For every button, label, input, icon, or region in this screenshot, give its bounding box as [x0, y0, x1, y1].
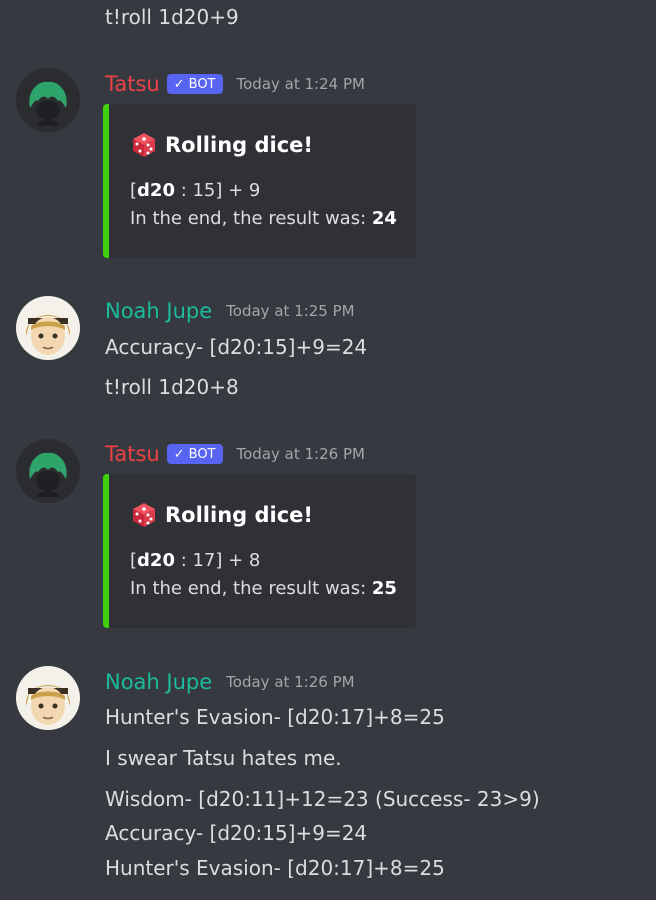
username[interactable]: Noah Jupe: [105, 670, 212, 694]
tatsu-avatar-icon: [16, 68, 80, 132]
user-avatar[interactable]: [16, 296, 80, 360]
roll-die: d20: [137, 180, 175, 201]
timestamp[interactable]: Today at 1:25 PM: [226, 302, 354, 320]
roll-die: d20: [137, 550, 175, 571]
message-header: Noah Jupe Today at 1:25 PM: [105, 296, 355, 326]
bot-badge-label: BOT: [188, 446, 216, 462]
roll-detail: [d20 : 17] + 8: [130, 550, 261, 571]
embed-title: Rolling dice!: [131, 502, 313, 528]
bot-avatar[interactable]: [16, 68, 80, 132]
roll-detail: [d20 : 15] + 9: [130, 180, 261, 201]
result-prefix: In the end, the result was:: [130, 208, 372, 229]
message-text: Hunter's Evasion- [d20:17]+8=25: [105, 705, 445, 729]
dice-icon: [133, 503, 155, 527]
roll-result: In the end, the result was: 24: [130, 208, 397, 229]
embed-title: Rolling dice!: [131, 132, 313, 158]
noah-avatar-icon: [16, 666, 80, 730]
embed-title-text: Rolling dice!: [165, 503, 313, 527]
bot-avatar[interactable]: [16, 439, 80, 503]
message-text: Hunter's Evasion- [d20:17]+8=25: [105, 856, 445, 880]
result-prefix: In the end, the result was:: [130, 578, 372, 599]
roll-rest: : 15] + 9: [174, 180, 261, 201]
user-avatar[interactable]: [16, 666, 80, 730]
timestamp[interactable]: Today at 1:24 PM: [237, 75, 365, 93]
roll-rest: : 17] + 8: [174, 550, 261, 571]
message-text: I swear Tatsu hates me.: [105, 746, 342, 770]
result-value: 25: [371, 578, 397, 599]
username[interactable]: Tatsu: [105, 442, 160, 466]
message-text: Accuracy- [d20:15]+9=24: [105, 821, 368, 845]
message-header: Noah Jupe Today at 1:26 PM: [105, 667, 355, 697]
timestamp[interactable]: Today at 1:26 PM: [226, 673, 354, 691]
tatsu-avatar-icon: [16, 439, 80, 503]
message-text: t!roll 1d20+9: [105, 5, 239, 29]
message-header: Tatsu ✓ BOT Today at 1:26 PM: [105, 439, 365, 469]
username[interactable]: Noah Jupe: [105, 299, 212, 323]
result-value: 24: [371, 208, 397, 229]
embed-title-text: Rolling dice!: [165, 133, 313, 157]
message-header: Tatsu ✓ BOT Today at 1:24 PM: [105, 69, 365, 99]
dice-embed: Rolling dice! [d20 : 15] + 9 In the end,…: [103, 104, 416, 258]
message-text: t!roll 1d20+8: [105, 375, 239, 399]
noah-avatar-icon: [16, 296, 80, 360]
roll-result: In the end, the result was: 25: [130, 578, 397, 599]
checkmark-icon: ✓: [173, 76, 185, 92]
bot-badge: ✓ BOT: [166, 444, 223, 464]
timestamp[interactable]: Today at 1:26 PM: [237, 445, 365, 463]
bot-badge-label: BOT: [188, 76, 216, 92]
message-text: Wisdom- [d20:11]+12=23 (Success- 23>9): [105, 787, 540, 811]
message-text: Accuracy- [d20:15]+9=24: [105, 335, 368, 359]
bot-badge: ✓ BOT: [166, 74, 223, 94]
dice-icon: [133, 133, 155, 157]
username[interactable]: Tatsu: [105, 72, 160, 96]
checkmark-icon: ✓: [173, 446, 185, 462]
dice-embed: Rolling dice! [d20 : 17] + 8 In the end,…: [103, 474, 416, 628]
